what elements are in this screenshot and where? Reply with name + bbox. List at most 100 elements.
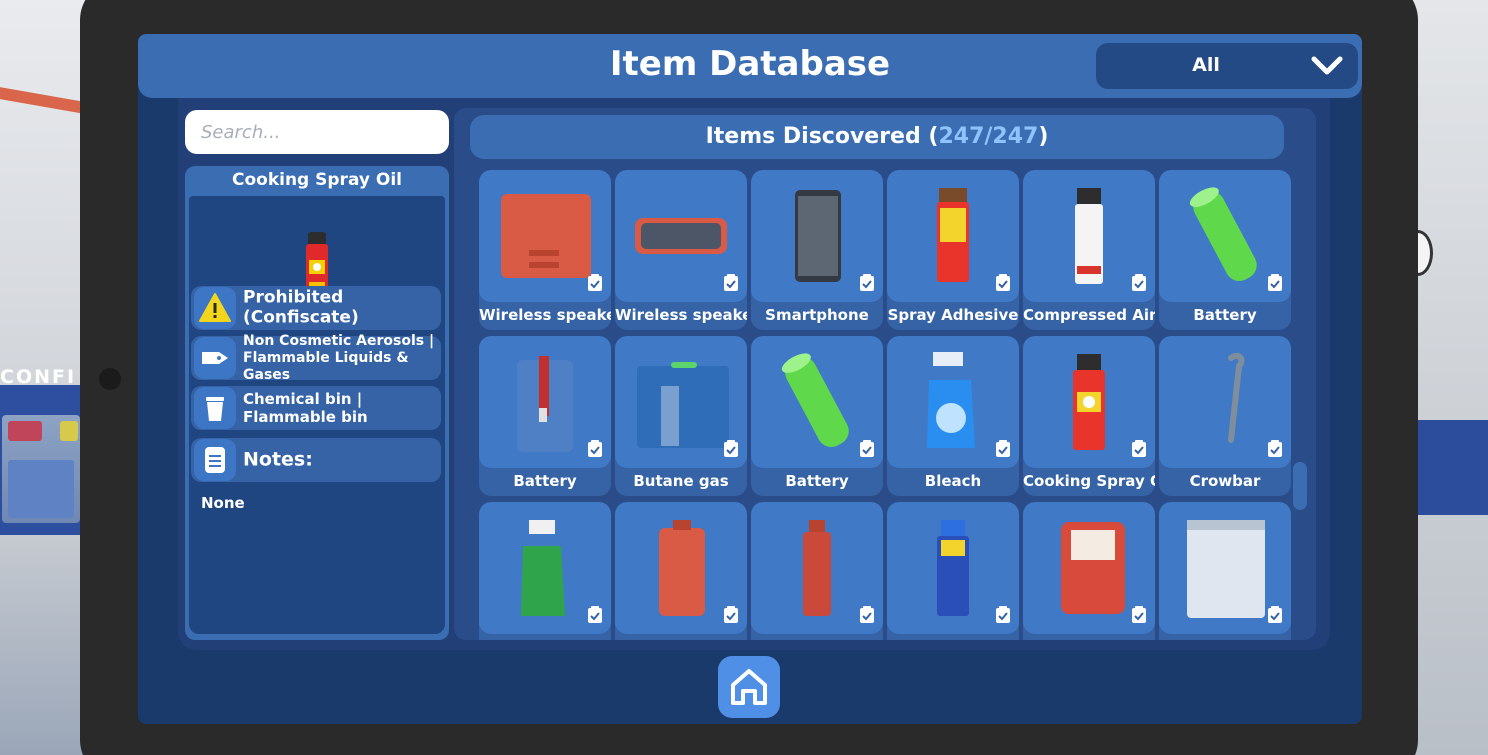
trash-bin-icon [206,397,224,421]
item-card[interactable]: Smartphone [751,170,883,330]
item-label: Crowbar [1189,472,1261,490]
scrollbar-thumb[interactable] [1293,462,1307,510]
clipboard-check-icon [1268,606,1282,623]
clipboard-check-icon [860,606,874,623]
clipboard-check-icon [724,274,738,291]
item-card[interactable]: Wireless speaker [615,170,747,330]
detail-body: Prohibited (Confiscate) Non Cosmetic Aer… [189,196,445,634]
notes-label: Notes: [243,448,313,471]
item-card[interactable]: Bleach [887,336,1019,496]
clipboard-check-icon [860,274,874,291]
tag-icon-box [194,337,236,379]
item-card[interactable]: Cooking Spray Oil [1023,336,1155,496]
item-thumbnail [615,336,747,468]
item-thumbnail [1023,502,1155,634]
search-input[interactable] [185,110,449,154]
clipboard-check-icon [860,440,874,457]
item-card[interactable] [751,502,883,640]
bin-text: Chemical bin | Flammable bin [243,390,368,426]
item-thumbnail [1159,502,1291,634]
item-card[interactable] [1159,502,1291,640]
item-card[interactable] [887,502,1019,640]
notes-icon-box [194,439,236,481]
item-label: Bleach [924,472,982,490]
clipboard-check-icon [1268,440,1282,457]
item-label: Wireless speaker [615,306,747,324]
item-thumbnail [1159,170,1291,302]
item-thumbnail [1023,170,1155,302]
items-discovered-bar: Items Discovered (247/247) [470,115,1284,159]
tablet-camera [99,368,121,390]
item-thumbnail [887,170,1019,302]
item-detail-panel: Cooking Spray Oil Prohibited (Confiscate… [185,166,449,640]
clipboard-check-icon [724,440,738,457]
item-card[interactable]: Wireless speaker [479,170,611,330]
warning-icon-box [194,287,236,329]
item-thumbnail [887,336,1019,468]
item-label: Spray Adhesive [887,306,1019,324]
home-icon [731,669,767,705]
item-thumbnail [615,502,747,634]
category-text: Non Cosmetic Aerosols | Flammable Liquid… [243,332,435,383]
notes-icon [205,447,225,473]
item-label: Battery [513,472,577,490]
detail-item-name: Cooking Spray Oil [231,170,402,190]
clipboard-check-icon [724,606,738,623]
clipboard-check-icon [588,606,602,623]
item-card[interactable]: Battery [479,336,611,496]
bin-tag [60,421,78,441]
item-card[interactable]: Spray Adhesive [887,170,1019,330]
item-thumbnail [751,502,883,634]
clipboard-check-icon [1268,274,1282,291]
clipboard-check-icon [1132,440,1146,457]
clipboard-check-icon [1132,606,1146,623]
home-button[interactable] [718,656,780,718]
wall-stripe [1413,420,1488,515]
items-discovered-label: Items Discovered ( [705,124,939,149]
items-discovered-suffix: ) [1038,124,1049,149]
item-card[interactable]: Battery [1159,170,1291,330]
item-card[interactable] [479,502,611,640]
items-discovered-count: 247/247 [938,124,1039,149]
status-text: Prohibited (Confiscate) [243,287,359,328]
item-label: Wireless speaker [479,306,611,324]
scrollbar-track[interactable] [1293,174,1307,634]
warning-icon [199,293,231,322]
item-thumbnail [1159,336,1291,468]
bin-sign [8,460,74,518]
item-thumbnail [887,502,1019,634]
item-card[interactable]: Crowbar [1159,336,1291,496]
bin-row: Chemical bin | Flammable bin [191,386,441,430]
item-card[interactable]: Battery [751,336,883,496]
clipboard-check-icon [996,606,1010,623]
notes-value: None [201,494,245,512]
item-label: Cooking Spray Oil [1023,472,1155,490]
tag-icon [202,352,228,364]
filter-dropdown[interactable]: All [1096,43,1358,89]
item-thumbnail [751,170,883,302]
item-thumbnail [479,336,611,468]
clipboard-check-icon [588,274,602,291]
background-scene-left: CONFI [0,0,90,755]
item-label: Smartphone [765,306,869,324]
item-thumbnail [615,170,747,302]
item-thumbnail [479,502,611,634]
item-card[interactable] [1023,502,1155,640]
item-thumbnail [1023,336,1155,468]
pipe [0,87,90,115]
item-card[interactable] [615,502,747,640]
header: Item Database All [138,34,1362,98]
clipboard-check-icon [996,440,1010,457]
item-card[interactable]: Butane gas [615,336,747,496]
notes-row: Notes: [191,438,441,482]
category-row: Non Cosmetic Aerosols | Flammable Liquid… [191,332,441,383]
item-card[interactable]: Compressed Air [1023,170,1155,330]
background-scene-right [1403,0,1488,755]
item-grid: Wireless speaker Wireless speaker Smartpho… [476,166,1292,640]
clipboard-check-icon [996,274,1010,291]
item-thumbnail [479,170,611,302]
filter-value: All [1192,54,1220,76]
wall-sign-text: CONFI [0,366,77,388]
clipboard-check-icon [1132,274,1146,291]
background-bin [2,415,80,523]
